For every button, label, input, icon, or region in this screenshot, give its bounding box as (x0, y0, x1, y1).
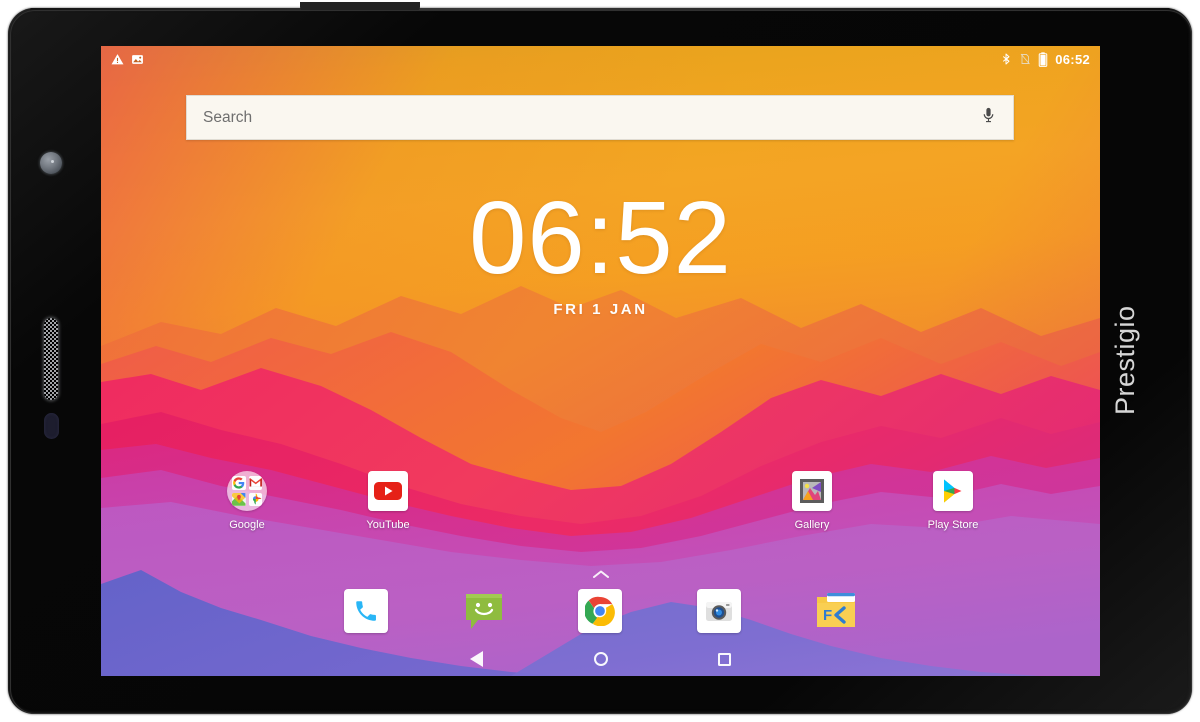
brand-logo: Prestigio (1110, 305, 1140, 415)
search-input[interactable]: Search (203, 109, 252, 127)
dock-app-chrome[interactable] (578, 589, 622, 633)
triangle-back-icon (470, 651, 483, 667)
camera-icon (706, 602, 732, 621)
circle-home-icon (593, 652, 608, 666)
no-sim-icon (1019, 52, 1031, 66)
dock-app-phone[interactable] (344, 589, 388, 633)
front-camera-icon (40, 152, 62, 174)
play-store-icon[interactable] (933, 471, 973, 511)
top-edge-strip (30, 8, 1170, 11)
dock: F (101, 589, 1100, 645)
app-icon-gallery[interactable]: Gallery (764, 471, 860, 531)
message-icon (466, 594, 502, 629)
screenshot-icon (131, 53, 144, 66)
gallery-icon[interactable] (792, 471, 832, 511)
app-drawer-handle[interactable] (590, 569, 612, 583)
warning-icon (111, 53, 124, 66)
chrome-icon (585, 596, 615, 626)
phone-icon (356, 601, 376, 621)
status-bar-left (111, 53, 144, 66)
microphone-icon[interactable] (980, 104, 997, 131)
app-label-google: Google (229, 519, 265, 531)
nav-home-button[interactable] (587, 645, 615, 673)
square-recents-icon (718, 652, 731, 666)
app-label-play-store: Play Store (927, 519, 979, 531)
status-bar[interactable]: 06:52 (101, 46, 1100, 72)
app-label-youtube: YouTube (366, 519, 410, 531)
tablet-screen[interactable]: 06:52 Search 06:52 FRI 1 JAN Google YouT… (101, 46, 1100, 676)
nav-recents-button[interactable] (711, 645, 739, 673)
app-icon-youtube[interactable]: YouTube (340, 471, 436, 531)
search-bar[interactable]: Search (186, 95, 1014, 140)
top-antenna-nub (300, 2, 420, 11)
photos-mini-icon (248, 492, 262, 506)
dock-app-messaging[interactable] (462, 589, 506, 633)
google-folder-icon[interactable] (227, 471, 267, 511)
maps-mini-icon (232, 492, 246, 506)
file-explorer-icon: F (817, 593, 855, 627)
google-search-mini-icon (232, 476, 246, 490)
nav-back-button[interactable] (463, 645, 491, 673)
app-label-gallery: Gallery (794, 519, 830, 531)
speaker-grill-icon (44, 318, 58, 400)
svg-text:F: F (823, 607, 832, 624)
home-app-grid: Google YouTube Gallery Play Store (101, 471, 1100, 561)
gmail-mini-icon (248, 476, 262, 490)
bluetooth-icon (1000, 52, 1012, 66)
tablet-device: Prestigio 06:52 Search 06:52 FRI 1 JAN G… (0, 0, 1200, 722)
navigation-bar (101, 642, 1100, 676)
status-bar-clock: 06:52 (1055, 51, 1090, 67)
chevron-up-icon[interactable] (592, 567, 610, 585)
app-icon-play-store[interactable]: Play Store (905, 471, 1001, 531)
proximity-sensor-icon (44, 413, 59, 439)
battery-icon (1038, 51, 1048, 67)
status-bar-right: 06:52 (1000, 52, 1090, 67)
youtube-icon[interactable] (368, 471, 408, 511)
dock-app-file-explorer[interactable]: F (814, 589, 858, 633)
app-icon-google[interactable]: Google (199, 471, 295, 531)
dock-app-camera[interactable] (697, 589, 741, 633)
